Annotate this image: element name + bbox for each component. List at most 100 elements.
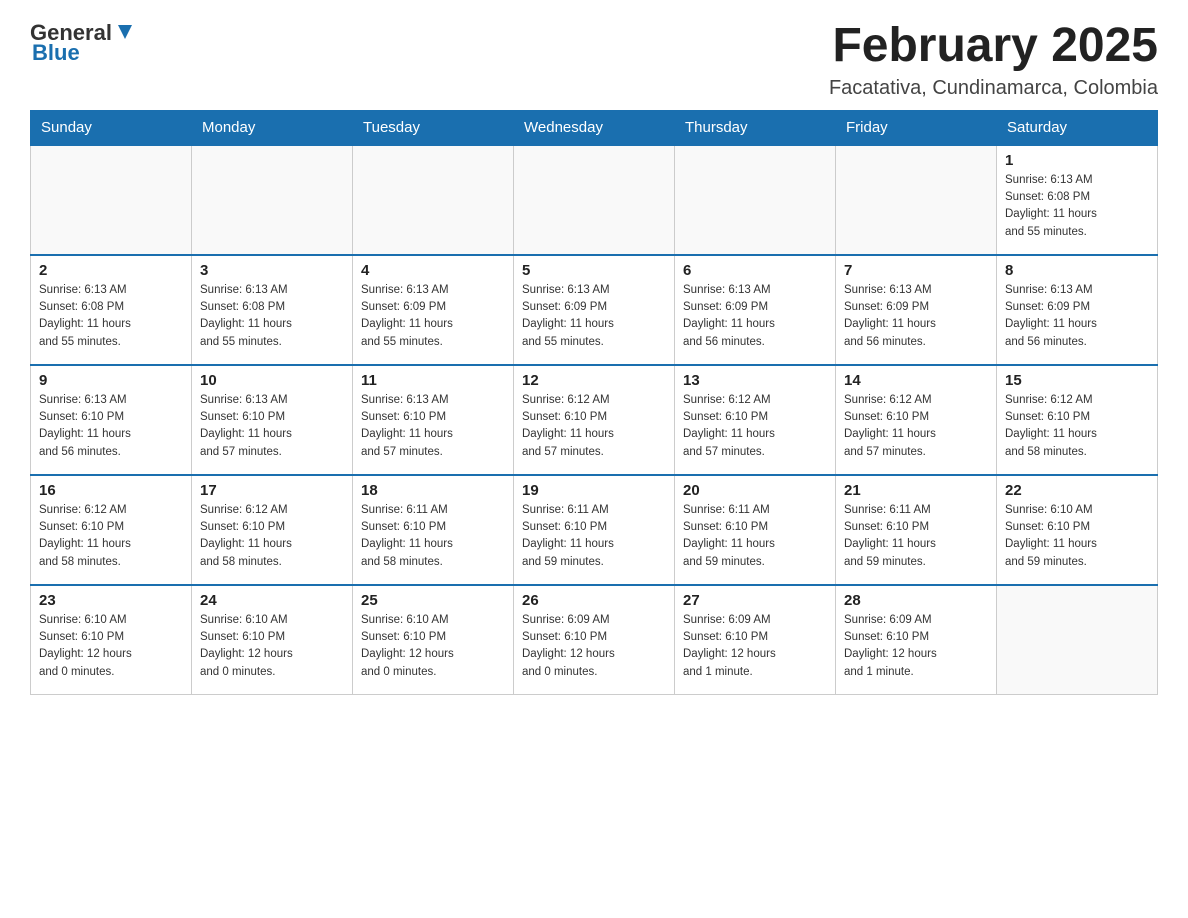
table-row: 8 Sunrise: 6:13 AM Sunset: 6:09 PM Daylig… xyxy=(997,255,1158,365)
title-section: February 2025 Facatativa, Cundinamarca, … xyxy=(829,20,1158,100)
header-thursday: Thursday xyxy=(675,110,836,145)
table-row: 22 Sunrise: 6:10 AM Sunset: 6:10 PM Dayli… xyxy=(997,475,1158,585)
day-number: 14 xyxy=(844,372,988,389)
day-info: Sunrise: 6:13 AM Sunset: 6:08 PM Dayligh… xyxy=(1005,172,1149,241)
day-info: Sunrise: 6:11 AM Sunset: 6:10 PM Dayligh… xyxy=(683,502,827,571)
table-row xyxy=(997,585,1158,695)
day-number: 12 xyxy=(522,372,666,389)
header-wednesday: Wednesday xyxy=(514,110,675,145)
day-info: Sunrise: 6:09 AM Sunset: 6:10 PM Dayligh… xyxy=(683,612,827,681)
header-sunday: Sunday xyxy=(31,110,192,145)
day-info: Sunrise: 6:11 AM Sunset: 6:10 PM Dayligh… xyxy=(844,502,988,571)
day-info: Sunrise: 6:12 AM Sunset: 6:10 PM Dayligh… xyxy=(683,392,827,461)
page-header: General Blue February 2025 Facatativa, C… xyxy=(30,20,1158,100)
table-row: 10Sunrise: 6:13 AM Sunset: 6:10 PM Dayli… xyxy=(192,365,353,475)
day-number: 9 xyxy=(39,372,183,389)
table-row xyxy=(353,145,514,255)
header-saturday: Saturday xyxy=(997,110,1158,145)
day-info: Sunrise: 6:09 AM Sunset: 6:10 PM Dayligh… xyxy=(522,612,666,681)
logo: General Blue xyxy=(30,20,136,66)
week-row-4: 16 Sunrise: 6:12 AM Sunset: 6:10 PM Dayli… xyxy=(31,475,1158,585)
day-number: 28 xyxy=(844,592,988,609)
table-row: 23 Sunrise: 6:10 AM Sunset: 6:10 PM Dayli… xyxy=(31,585,192,695)
table-row: 20 Sunrise: 6:11 AM Sunset: 6:10 PM Dayli… xyxy=(675,475,836,585)
day-number: 6 xyxy=(683,262,827,279)
day-number: 11 xyxy=(361,372,505,389)
table-row xyxy=(31,145,192,255)
week-row-1: 1 Sunrise: 6:13 AM Sunset: 6:08 PM Daylig… xyxy=(31,145,1158,255)
day-number: 15 xyxy=(1005,372,1149,389)
day-number: 26 xyxy=(522,592,666,609)
day-number: 8 xyxy=(1005,262,1149,279)
day-info: Sunrise: 6:13 AM Sunset: 6:09 PM Dayligh… xyxy=(683,282,827,351)
day-info: Sunrise: 6:12 AM Sunset: 6:10 PM Dayligh… xyxy=(200,502,344,571)
table-row: 17 Sunrise: 6:12 AM Sunset: 6:10 PM Dayli… xyxy=(192,475,353,585)
day-number: 23 xyxy=(39,592,183,609)
day-info: Sunrise: 6:13 AM Sunset: 6:10 PM Dayligh… xyxy=(361,392,505,461)
day-info: Sunrise: 6:12 AM Sunset: 6:10 PM Dayligh… xyxy=(1005,392,1149,461)
table-row: 2 Sunrise: 6:13 AM Sunset: 6:08 PM Daylig… xyxy=(31,255,192,365)
day-number: 2 xyxy=(39,262,183,279)
weekday-header-row: Sunday Monday Tuesday Wednesday Thursday… xyxy=(31,110,1158,145)
day-info: Sunrise: 6:12 AM Sunset: 6:10 PM Dayligh… xyxy=(39,502,183,571)
table-row: 18 Sunrise: 6:11 AM Sunset: 6:10 PM Dayli… xyxy=(353,475,514,585)
day-info: Sunrise: 6:10 AM Sunset: 6:10 PM Dayligh… xyxy=(39,612,183,681)
table-row: 7Sunrise: 6:13 AM Sunset: 6:09 PM Daylig… xyxy=(836,255,997,365)
table-row: 13 Sunrise: 6:12 AM Sunset: 6:10 PM Dayli… xyxy=(675,365,836,475)
table-row: 1 Sunrise: 6:13 AM Sunset: 6:08 PM Daylig… xyxy=(997,145,1158,255)
table-row xyxy=(675,145,836,255)
table-row: 11 Sunrise: 6:13 AM Sunset: 6:10 PM Dayli… xyxy=(353,365,514,475)
day-info: Sunrise: 6:13 AM Sunset: 6:10 PM Dayligh… xyxy=(39,392,183,461)
day-info: Sunrise: 6:13 AM Sunset: 6:09 PM Dayligh… xyxy=(844,282,988,351)
table-row: 27 Sunrise: 6:09 AM Sunset: 6:10 PM Dayli… xyxy=(675,585,836,695)
day-info: Sunrise: 6:13 AM Sunset: 6:08 PM Dayligh… xyxy=(200,282,344,351)
day-info: Sunrise: 6:11 AM Sunset: 6:10 PM Dayligh… xyxy=(522,502,666,571)
table-row xyxy=(514,145,675,255)
day-info: Sunrise: 6:10 AM Sunset: 6:10 PM Dayligh… xyxy=(361,612,505,681)
table-row: 9 Sunrise: 6:13 AM Sunset: 6:10 PM Daylig… xyxy=(31,365,192,475)
logo-blue-text: Blue xyxy=(32,40,80,66)
calendar-table: Sunday Monday Tuesday Wednesday Thursday… xyxy=(30,110,1158,696)
day-info: Sunrise: 6:10 AM Sunset: 6:10 PM Dayligh… xyxy=(1005,502,1149,571)
day-number: 3 xyxy=(200,262,344,279)
day-number: 25 xyxy=(361,592,505,609)
day-number: 19 xyxy=(522,482,666,499)
day-info: Sunrise: 6:10 AM Sunset: 6:10 PM Dayligh… xyxy=(200,612,344,681)
table-row: 5Sunrise: 6:13 AM Sunset: 6:09 PM Daylig… xyxy=(514,255,675,365)
day-number: 18 xyxy=(361,482,505,499)
day-number: 22 xyxy=(1005,482,1149,499)
location-title: Facatativa, Cundinamarca, Colombia xyxy=(829,77,1158,100)
table-row: 12 Sunrise: 6:12 AM Sunset: 6:10 PM Dayli… xyxy=(514,365,675,475)
logo-triangle-icon xyxy=(114,21,136,43)
table-row xyxy=(192,145,353,255)
day-number: 4 xyxy=(361,262,505,279)
table-row: 24 Sunrise: 6:10 AM Sunset: 6:10 PM Dayli… xyxy=(192,585,353,695)
day-info: Sunrise: 6:12 AM Sunset: 6:10 PM Dayligh… xyxy=(844,392,988,461)
day-info: Sunrise: 6:13 AM Sunset: 6:08 PM Dayligh… xyxy=(39,282,183,351)
day-number: 21 xyxy=(844,482,988,499)
table-row: 25 Sunrise: 6:10 AM Sunset: 6:10 PM Dayli… xyxy=(353,585,514,695)
week-row-5: 23 Sunrise: 6:10 AM Sunset: 6:10 PM Dayli… xyxy=(31,585,1158,695)
table-row: 21 Sunrise: 6:11 AM Sunset: 6:10 PM Dayli… xyxy=(836,475,997,585)
week-row-2: 2 Sunrise: 6:13 AM Sunset: 6:08 PM Daylig… xyxy=(31,255,1158,365)
day-number: 1 xyxy=(1005,152,1149,169)
day-number: 20 xyxy=(683,482,827,499)
day-number: 24 xyxy=(200,592,344,609)
day-info: Sunrise: 6:11 AM Sunset: 6:10 PM Dayligh… xyxy=(361,502,505,571)
day-number: 16 xyxy=(39,482,183,499)
day-number: 27 xyxy=(683,592,827,609)
table-row: 14 Sunrise: 6:12 AM Sunset: 6:10 PM Dayli… xyxy=(836,365,997,475)
day-number: 17 xyxy=(200,482,344,499)
header-friday: Friday xyxy=(836,110,997,145)
header-tuesday: Tuesday xyxy=(353,110,514,145)
table-row: 16 Sunrise: 6:12 AM Sunset: 6:10 PM Dayli… xyxy=(31,475,192,585)
day-info: Sunrise: 6:12 AM Sunset: 6:10 PM Dayligh… xyxy=(522,392,666,461)
day-number: 10 xyxy=(200,372,344,389)
table-row: 28Sunrise: 6:09 AM Sunset: 6:10 PM Dayli… xyxy=(836,585,997,695)
table-row xyxy=(836,145,997,255)
day-number: 5 xyxy=(522,262,666,279)
day-info: Sunrise: 6:13 AM Sunset: 6:09 PM Dayligh… xyxy=(1005,282,1149,351)
day-number: 13 xyxy=(683,372,827,389)
table-row: 19 Sunrise: 6:11 AM Sunset: 6:10 PM Dayli… xyxy=(514,475,675,585)
day-info: Sunrise: 6:13 AM Sunset: 6:09 PM Dayligh… xyxy=(361,282,505,351)
